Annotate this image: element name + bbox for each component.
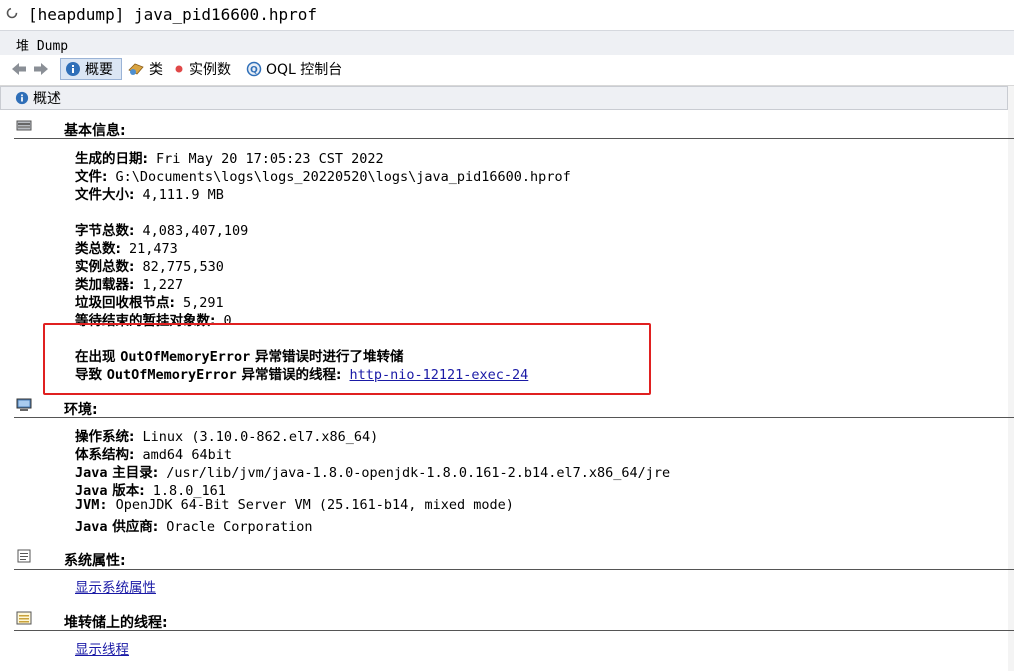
- basic-info-divider: [14, 138, 1014, 139]
- basic-info-title: 基本信息:: [64, 123, 126, 139]
- overview-title: 概述: [33, 91, 61, 107]
- info-icon: [15, 91, 29, 105]
- toolbar-classes-button[interactable]: 类: [127, 58, 163, 80]
- oom-thread-link[interactable]: http-nio-12121-exec-24: [350, 367, 529, 383]
- overview-header: 概述: [0, 86, 1008, 110]
- oom-line2-suffix: 异常错误的线程:: [236, 367, 342, 383]
- classes-icon: [128, 63, 144, 75]
- java-vendor-value: Oracle Corporation: [166, 519, 313, 535]
- window-title: [heapdump] java_pid16600.hprof: [28, 5, 317, 24]
- oom-line2-prefix: 导致: [75, 367, 107, 383]
- show-system-properties-link[interactable]: 显示系统属性: [75, 580, 156, 596]
- gc-roots-row: 垃圾回收根节点: 5,291: [75, 291, 224, 311]
- java-vendor-label-a: Java: [75, 519, 108, 535]
- environment-title: 环境:: [64, 402, 98, 418]
- toolbar-instances-label: 实例数: [189, 62, 231, 78]
- oom-line-1: 在出现 OutOfMemoryError 异常错误时进行了堆转储: [75, 345, 403, 365]
- threads-title: 堆转储上的线程:: [64, 615, 168, 631]
- loading-spinner-icon: [6, 7, 18, 19]
- back-button[interactable]: [10, 58, 28, 80]
- environment-icon: [16, 398, 32, 411]
- oom-line-2: 导致 OutOfMemoryError 异常错误的线程: http-nio-12…: [75, 363, 528, 383]
- toolbar-summary-label: 概要: [85, 62, 113, 78]
- toolbar-instances-button[interactable]: 实例数: [173, 58, 231, 80]
- java-home-row: Java 主目录: /usr/lib/jvm/java-1.8.0-openjd…: [75, 461, 670, 481]
- tab-heap-dump[interactable]: 堆 Dump: [16, 35, 68, 54]
- environment-divider: [14, 417, 1014, 418]
- toolbar-classes-label: 类: [149, 62, 163, 78]
- back-arrow-icon: [12, 63, 26, 75]
- total-classes-row: 类总数: 21,473: [75, 237, 178, 257]
- basic-info-icon: [16, 120, 32, 131]
- os-row: 操作系统: Linux (3.10.0-862.el7.x86_64): [75, 425, 378, 445]
- toolbar: 概要 类 实例数 Q OQL 控制台: [0, 55, 1014, 86]
- threads-divider: [14, 630, 1014, 631]
- file-size-label: 文件大小:: [75, 187, 135, 203]
- java-vendor-row: Java 供应商: Oracle Corporation: [75, 515, 313, 535]
- java-version-row: Java 版本: 1.8.0_161: [75, 479, 226, 499]
- threads-row: 显示线程: [75, 638, 129, 658]
- threads-icon: [16, 611, 32, 625]
- class-loaders-row: 类加载器: 1,227: [75, 273, 183, 293]
- tab-strip: 堆 Dump: [0, 30, 1014, 57]
- total-bytes-row: 字节总数: 4,083,407,109: [75, 219, 248, 239]
- oql-console-icon: Q: [246, 61, 262, 77]
- window-titlebar: [heapdump] java_pid16600.hprof: [0, 0, 1014, 30]
- total-instances-row: 实例总数: 82,775,530: [75, 255, 224, 275]
- file-size-value: 4,111.9 MB: [142, 187, 224, 203]
- file-size-row: 文件大小: 4,111.9 MB: [75, 183, 224, 203]
- toolbar-summary-button[interactable]: 概要: [60, 58, 122, 80]
- forward-arrow-icon: [34, 63, 48, 75]
- jvm-value: OpenJDK 64-Bit Server VM (25.161-b14, mi…: [115, 497, 514, 513]
- svg-text:Q: Q: [250, 66, 258, 76]
- jvm-label: JVM:: [75, 497, 108, 513]
- arch-row: 体系结构: amd64 64bit: [75, 443, 232, 463]
- java-vendor-label-b: 供应商:: [107, 519, 159, 535]
- oom-line2-error: OutOfMemoryError: [106, 367, 237, 383]
- jvm-row: JVM: OpenJDK 64-Bit Server VM (25.161-b1…: [75, 497, 514, 513]
- vertical-scrollbar[interactable]: [1008, 86, 1014, 671]
- show-threads-link[interactable]: 显示线程: [75, 642, 129, 658]
- instances-icon: [175, 65, 183, 73]
- toolbar-oql-button[interactable]: Q OQL 控制台: [246, 58, 342, 80]
- java-home-value: /usr/lib/jvm/java-1.8.0-openjdk-1.8.0.16…: [166, 465, 671, 481]
- system-properties-row: 显示系统属性: [75, 576, 156, 596]
- file-row: 文件: G:\Documents\logs\logs_20220520\logs…: [75, 165, 571, 185]
- system-properties-icon: [17, 549, 31, 563]
- date-row: 生成的日期: Fri May 20 17:05:23 CST 2022: [75, 147, 384, 167]
- toolbar-oql-label: OQL 控制台: [266, 62, 343, 78]
- info-icon: [66, 62, 80, 76]
- system-properties-title: 系统属性:: [64, 553, 126, 569]
- forward-button[interactable]: [32, 58, 50, 80]
- system-properties-divider: [14, 569, 1014, 570]
